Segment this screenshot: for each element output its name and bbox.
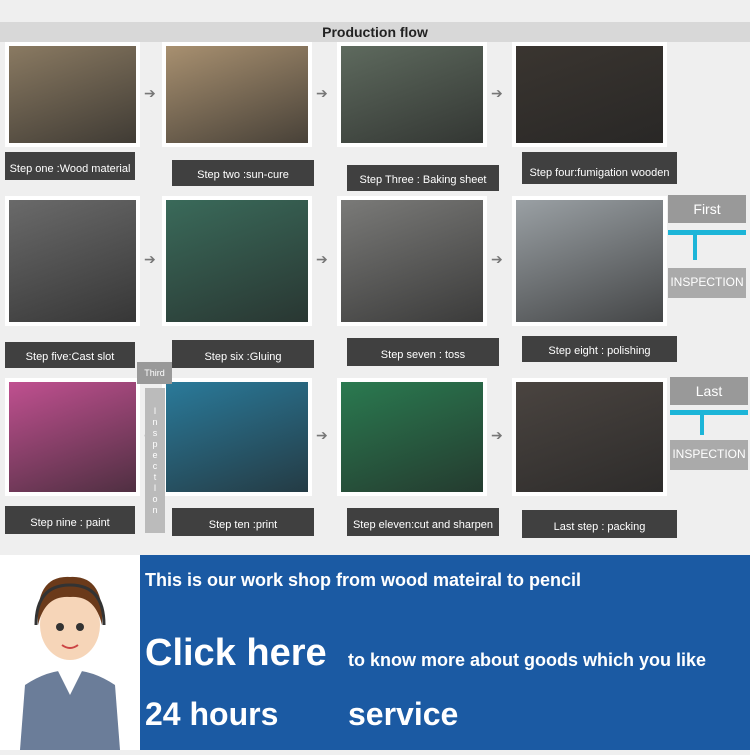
step-image — [9, 200, 136, 322]
vertical-letter: n — [152, 505, 158, 515]
step-label: Step four:fumigation wooden — [522, 152, 677, 184]
step-label: Step one :Wood material — [5, 152, 135, 180]
arrow-right-icon: ➔ — [144, 251, 156, 267]
step-label: Step two :sun-cure — [172, 160, 314, 186]
step-image — [341, 382, 483, 492]
step-image — [166, 46, 308, 143]
step-photo — [162, 196, 312, 326]
last-inspection-heading: Last — [670, 377, 748, 405]
third-inspection-heading: Third — [137, 362, 172, 384]
vertical-letter: t — [153, 472, 157, 482]
step-label: Step Three : Baking sheet — [347, 165, 499, 191]
arrow-right-icon: ➔ — [316, 427, 328, 443]
arrow-right-icon: ➔ — [491, 427, 503, 443]
click-here-link[interactable]: Click here — [145, 632, 327, 675]
step-label: Step nine : paint — [5, 506, 135, 534]
vertical-letter: c — [152, 461, 158, 471]
step-image — [516, 200, 663, 322]
third-inspection-vertical: InspectIon — [145, 388, 165, 533]
vertical-letter: I — [153, 406, 157, 416]
arrow-icon — [668, 230, 746, 235]
step-label: Step five:Cast slot — [5, 342, 135, 368]
vertical-letter: I — [153, 483, 157, 493]
arrow-right-icon: ➔ — [316, 84, 328, 101]
step-label: Step eleven:cut and sharpen — [347, 508, 499, 536]
step-photo — [5, 196, 140, 326]
step-photo — [5, 378, 140, 496]
last-inspection-label: INSPECTION — [670, 440, 748, 470]
vertical-letter: e — [152, 450, 158, 460]
step-image — [516, 382, 663, 492]
step-label: Step ten :print — [172, 508, 314, 536]
arrow-right-icon: ➔ — [316, 251, 328, 267]
banner-click-subtext: to know more about goods which you like — [348, 650, 707, 670]
arrow-icon — [670, 410, 748, 415]
step-label: Step eight : polishing — [522, 336, 677, 362]
hours-text: 24 hours — [145, 696, 279, 732]
step-photo — [337, 196, 487, 326]
arrow-right-icon: ➔ — [491, 84, 503, 101]
vertical-letter: s — [152, 428, 158, 438]
arrow-down-icon — [700, 410, 704, 435]
step-photo — [162, 42, 312, 147]
step-image — [9, 382, 136, 492]
step-image — [166, 200, 308, 322]
vertical-letter: p — [152, 439, 158, 449]
step-image — [341, 46, 483, 143]
step-image — [341, 200, 483, 322]
arrow-right-icon: ➔ — [491, 251, 503, 267]
step-photo — [512, 196, 667, 326]
step-image — [166, 382, 308, 492]
arrow-down-icon — [693, 230, 697, 260]
step-photo — [337, 42, 487, 147]
step-photo — [512, 378, 667, 496]
arrow-right-icon: ➔ — [144, 84, 156, 101]
step-photo — [162, 378, 312, 496]
page-title: Production flow — [0, 22, 750, 42]
step-photo — [5, 42, 140, 147]
first-inspection-heading: First — [668, 195, 746, 223]
step-label: Step seven : toss — [347, 338, 499, 366]
vertical-letter: o — [152, 494, 158, 504]
service-text: service — [348, 696, 459, 732]
first-inspection-label: INSPECTION — [668, 268, 746, 298]
step-label: Step six :Gluing — [172, 340, 314, 368]
step-photo — [512, 42, 667, 147]
customer-service-avatar — [0, 555, 140, 750]
banner-line1: This is our work shop from wood mateiral… — [145, 570, 582, 590]
step-image — [9, 46, 136, 143]
vertical-letter: n — [152, 417, 158, 427]
step-image — [516, 46, 663, 143]
step-label: Last step : packing — [522, 510, 677, 538]
step-photo — [337, 378, 487, 496]
